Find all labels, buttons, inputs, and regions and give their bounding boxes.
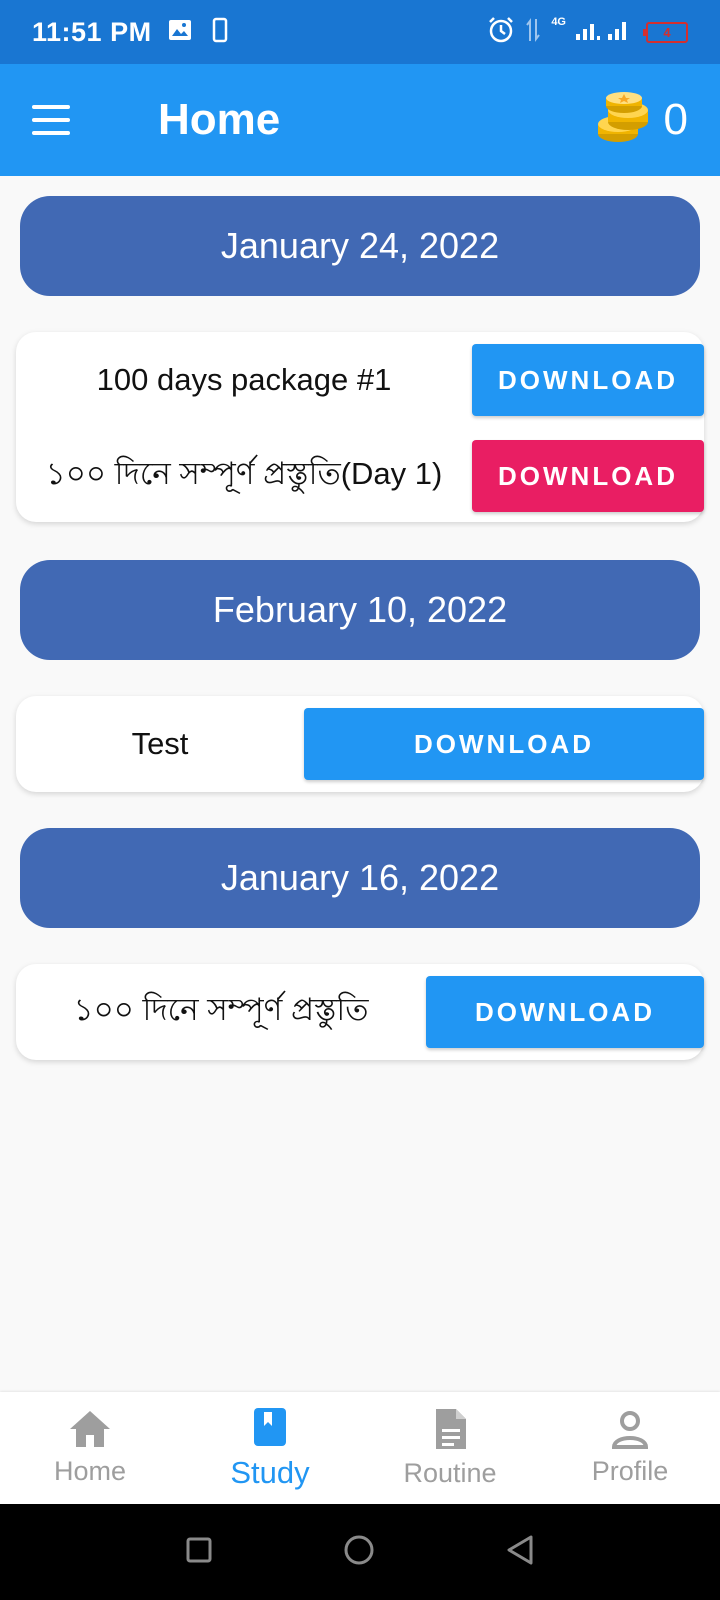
date-header: January 16, 2022 xyxy=(20,828,700,928)
app-bar: Home 0 xyxy=(0,64,720,176)
data-transfer-icon xyxy=(525,17,541,48)
nav-item-profile[interactable]: Profile xyxy=(540,1392,720,1504)
package-card: ১০০ দিনে সম্পূর্ণ প্রস্তুতি DOWNLOAD xyxy=(16,964,704,1060)
home-circle-icon[interactable] xyxy=(343,1534,375,1571)
alarm-icon xyxy=(487,16,515,49)
list-item: ১০০ দিনে সম্পূর্ণ প্রস্তুতি DOWNLOAD xyxy=(16,976,704,1048)
nav-item-home[interactable]: Home xyxy=(0,1392,180,1504)
list-item: ১০০ দিনে সম্পূর্ণ প্রস্তুতি(Day 1) DOWNL… xyxy=(16,440,704,512)
item-label: ১০০ দিনে সম্পূর্ণ প্রস্তুতি(Day 1) xyxy=(45,456,443,491)
coin-balance: 0 xyxy=(596,91,688,149)
book-icon xyxy=(252,1406,288,1453)
download-button[interactable]: DOWNLOAD xyxy=(472,440,704,512)
date-header: February 10, 2022 xyxy=(20,560,700,660)
date-header: January 24, 2022 xyxy=(20,196,700,296)
recents-icon[interactable] xyxy=(185,1536,213,1569)
battery-icon: 4 xyxy=(643,21,688,43)
status-time: 11:51 PM xyxy=(32,16,152,47)
page-title: Home xyxy=(158,95,281,144)
nav-label: Study xyxy=(230,1454,310,1490)
bottom-nav: Home Study Routine Profile xyxy=(0,1392,720,1504)
coin-count: 0 xyxy=(663,95,688,144)
coins-icon xyxy=(596,91,650,149)
status-bar: 11:51 PM 4G 4 xyxy=(0,0,720,64)
person-icon xyxy=(610,1409,650,1454)
nav-label: Profile xyxy=(591,1456,669,1486)
list-item: Test DOWNLOAD xyxy=(16,708,704,780)
menu-icon[interactable] xyxy=(32,96,80,144)
item-label: Test xyxy=(131,726,189,761)
item-label: ১০০ দিনে সম্পূর্ণ প্রস্তুতি xyxy=(73,992,369,1027)
nav-label: Routine xyxy=(403,1458,497,1488)
download-button[interactable]: DOWNLOAD xyxy=(426,976,704,1048)
nav-item-routine[interactable]: Routine xyxy=(360,1392,540,1504)
package-card: 100 days package #1 DOWNLOAD ১০০ দিনে সম… xyxy=(16,332,704,522)
nav-label: Home xyxy=(53,1456,127,1486)
nav-item-study[interactable]: Study xyxy=(180,1392,360,1504)
system-nav-bar xyxy=(0,1504,720,1600)
signal-icon xyxy=(576,18,636,47)
home-icon xyxy=(68,1409,112,1454)
phone-notification-icon xyxy=(212,17,228,48)
document-icon xyxy=(432,1407,468,1456)
back-icon[interactable] xyxy=(505,1534,535,1571)
image-notification-icon xyxy=(168,19,192,46)
package-card: Test DOWNLOAD xyxy=(16,696,704,792)
network-type: 4G xyxy=(551,16,566,28)
download-button[interactable]: DOWNLOAD xyxy=(472,344,704,416)
item-label: 100 days package #1 xyxy=(96,362,392,397)
download-button[interactable]: DOWNLOAD xyxy=(304,708,704,780)
list-item: 100 days package #1 DOWNLOAD xyxy=(16,344,704,416)
